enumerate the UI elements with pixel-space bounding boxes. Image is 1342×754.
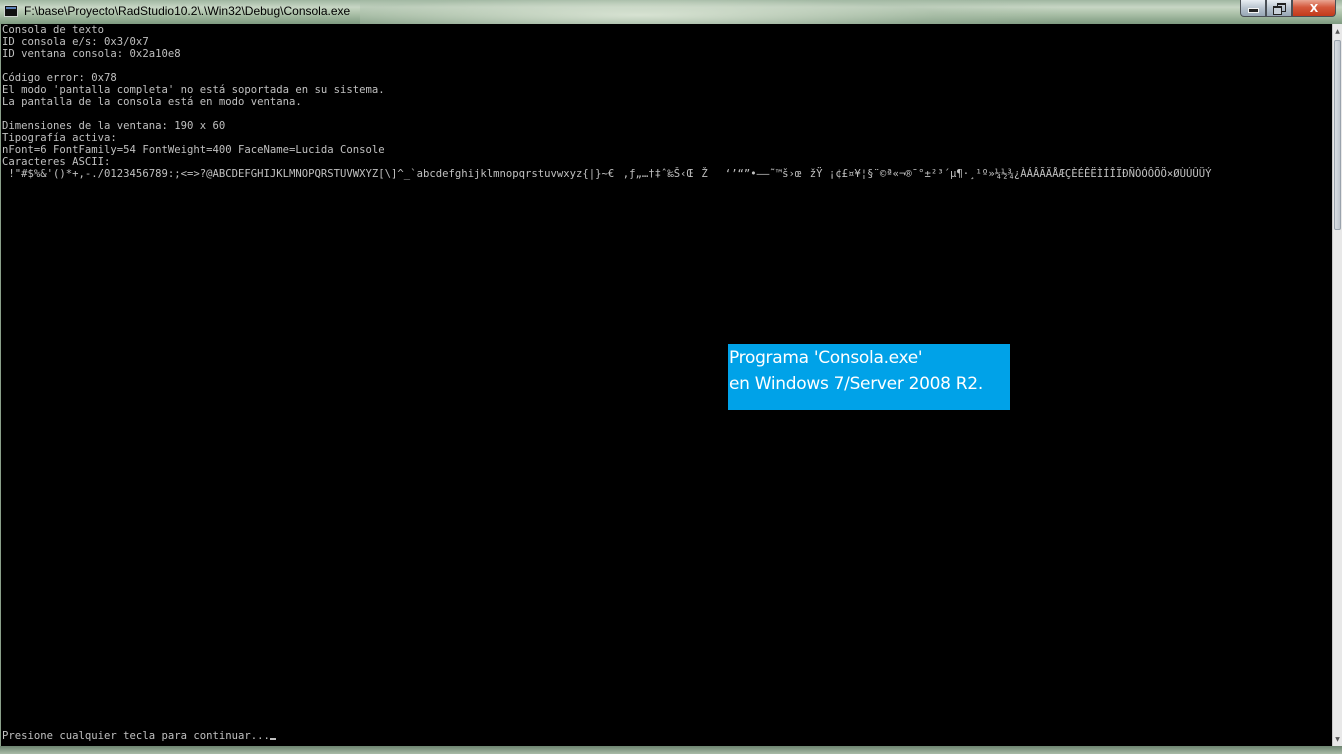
caption-buttons: X <box>1240 0 1336 17</box>
console-line: Consola de texto <box>2 24 105 36</box>
window-title: F:\base\Proyecto\RadStudio10.2\.\Win32\D… <box>24 4 351 18</box>
window-left-border <box>0 24 1 746</box>
console-line: nFont=6 FontFamily=54 FontWeight=400 Fac… <box>2 144 385 156</box>
console-line: Caracteres ASCII: <box>2 156 111 168</box>
console-line: ID consola e/s: 0x3/0x7 <box>2 36 149 48</box>
console-line: Dimensiones de la ventana: 190 x 60 <box>2 120 226 132</box>
minimize-icon <box>1247 8 1259 13</box>
scroll-up-arrow-icon[interactable]: ▲ <box>1333 24 1342 38</box>
close-icon: X <box>1309 1 1319 15</box>
minimize-button[interactable] <box>1240 0 1266 17</box>
console-line: Tipografía activa: <box>2 132 117 144</box>
console-line: La pantalla de la consola está en modo v… <box>2 96 302 108</box>
title-bar[interactable]: F:\base\Proyecto\RadStudio10.2\.\Win32\D… <box>0 0 1342 24</box>
console-line: El modo 'pantalla completa' no está sopo… <box>2 84 385 96</box>
console-app-icon[interactable] <box>4 5 18 17</box>
annotation-line-2: en Windows 7/Server 2008 R2. <box>729 374 983 394</box>
console-text: Consola de texto ID consola e/s: 0x3/0x7 I… <box>2 24 1332 180</box>
scroll-down-arrow-icon[interactable]: ▼ <box>1333 732 1342 746</box>
console-output[interactable]: Consola de texto ID consola e/s: 0x3/0x7 I… <box>2 24 1332 746</box>
window-bottom-border <box>0 746 1342 754</box>
continue-prompt: Presione cualquier tecla para continuar.… <box>2 730 276 742</box>
annotation-line-1: Programa 'Consola.exe' <box>729 348 923 368</box>
console-line: Código error: 0x78 <box>2 72 117 84</box>
annotation-box: Programa 'Consola.exe' en Windows 7/Serv… <box>728 344 1010 410</box>
text-cursor <box>269 738 276 740</box>
console-line: ID ventana consola: 0x2a10e8 <box>2 48 181 60</box>
restore-button[interactable] <box>1266 0 1292 17</box>
prompt-text: Presione cualquier tecla para continuar.… <box>2 730 270 742</box>
vertical-scrollbar[interactable]: ▲ ▼ <box>1332 24 1342 746</box>
close-button[interactable]: X <box>1292 0 1336 17</box>
restore-icon <box>1273 3 1286 15</box>
ascii-chars-line: !"#$%&'()*+,-./0123456789:;<=>?@ABCDEFGH… <box>2 168 1212 180</box>
scroll-thumb[interactable] <box>1334 40 1341 230</box>
console-window: F:\base\Proyecto\RadStudio10.2\.\Win32\D… <box>0 0 1342 754</box>
